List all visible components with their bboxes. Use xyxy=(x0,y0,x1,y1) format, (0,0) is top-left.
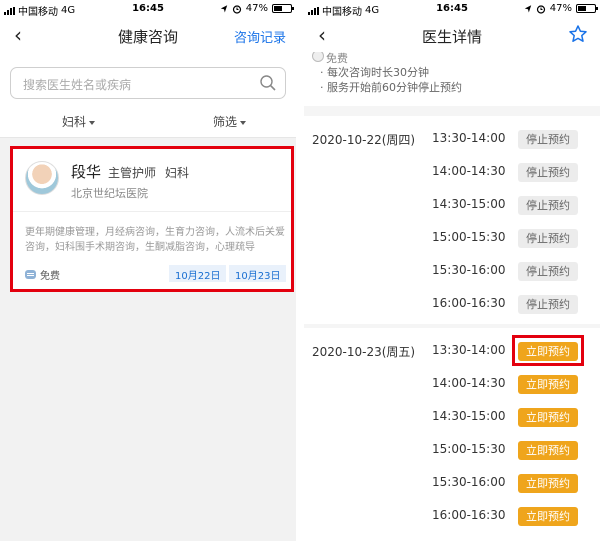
search-input[interactable]: 搜索医生姓名或疾病 xyxy=(10,67,286,99)
consult-records-link[interactable]: 咨询记录 xyxy=(234,27,286,46)
slot-time: 14:30-15:00 xyxy=(432,197,506,211)
battery-percent: 47% xyxy=(245,3,268,14)
slot-time: 15:30-16:00 xyxy=(432,263,506,277)
booking-closed-button: 停止预约 xyxy=(518,163,578,182)
battery-icon xyxy=(576,4,598,13)
caret-down-icon xyxy=(240,120,247,125)
slot-time: 13:30-14:00 xyxy=(432,131,506,145)
slot-time: 15:00-15:30 xyxy=(432,442,506,456)
info-line: · 每次咨询时长30分钟 xyxy=(320,66,429,79)
screen-divider xyxy=(296,0,304,541)
alarm-icon xyxy=(536,4,545,14)
search-icon[interactable] xyxy=(259,74,277,92)
chat-icon xyxy=(25,270,36,279)
health-consult-screen: 中国移动 4G 16:45 47% ‹ 健康咨询 咨询记录 搜索医生姓名或疾病 妇… xyxy=(0,0,296,541)
slot-time: 16:00-16:30 xyxy=(432,296,506,310)
nav-bar: ‹ 医生详情 xyxy=(304,18,600,52)
filter-dropdown-label: 筛选 xyxy=(213,115,238,129)
status-bar: 中国移动 4G 16:45 47% xyxy=(0,0,296,18)
search-bar: 搜索医生姓名或疾病 xyxy=(0,52,296,104)
page-title: 医生详情 xyxy=(421,28,482,46)
caret-down-icon xyxy=(89,120,96,125)
day-date: 2020-10-23(周五) xyxy=(312,345,416,359)
card-divider xyxy=(13,211,291,212)
slot-time: 15:00-15:30 xyxy=(432,230,506,244)
nav-bar: ‹ 健康咨询 咨询记录 xyxy=(0,18,296,52)
filter-dropdown[interactable]: 筛选 xyxy=(213,113,247,130)
book-now-button[interactable]: 立即预约 xyxy=(518,441,578,460)
filter-bar: 妇科 筛选 xyxy=(0,104,296,138)
battery-percent: 47% xyxy=(549,3,572,14)
search-placeholder: 搜索医生姓名或疾病 xyxy=(23,78,132,92)
location-icon xyxy=(524,5,531,13)
booking-closed-button: 停止预约 xyxy=(518,262,578,281)
doctor-title: 主管护师 xyxy=(108,166,157,180)
book-now-button[interactable]: 立即预约 xyxy=(518,375,578,394)
booking-closed-button: 停止预约 xyxy=(518,130,578,149)
booking-closed-button: 停止预约 xyxy=(518,196,578,215)
slot-time: 13:30-14:00 xyxy=(432,343,506,357)
doctor-department: 妇科 xyxy=(165,166,190,180)
doctor-card[interactable]: 段华 主管护师 妇科 北京世纪坛医院 更年期健康管理，月经病咨询，生育力咨询，人… xyxy=(10,146,294,292)
battery-icon xyxy=(272,4,294,13)
consult-info: 免费 · 每次咨询时长30分钟 · 服务开始前60分钟停止预约 xyxy=(304,50,600,106)
booking-closed-button: 停止预约 xyxy=(518,229,578,248)
slot-time: 14:00-14:30 xyxy=(432,164,506,178)
day-block: 2020-10-22(周四) 13:30-14:00 停止预约 14:00-14:30… xyxy=(304,116,600,324)
doctor-hospital: 北京世纪坛医院 xyxy=(71,187,148,200)
location-icon xyxy=(220,5,227,13)
doctor-specialties: 更年期健康管理，月经病咨询，生育力咨询，人流术后关爱咨询，妇科围手术期咨询，生酮… xyxy=(25,227,285,253)
date-tag[interactable]: 10月23日 xyxy=(229,265,287,282)
book-now-button[interactable]: 立即预约 xyxy=(518,474,578,493)
star-icon[interactable] xyxy=(568,24,588,44)
book-now-button[interactable]: 立即预约 xyxy=(518,507,578,526)
alarm-icon xyxy=(232,4,241,14)
date-tag[interactable]: 10月22日 xyxy=(169,265,227,282)
info-line: · 服务开始前60分钟停止预约 xyxy=(320,81,462,94)
doctor-detail-screen: 免费 · 每次咨询时长30分钟 · 服务开始前60分钟停止预约 中国移动 4G 1… xyxy=(304,0,600,541)
slot-time: 16:00-16:30 xyxy=(432,508,506,522)
doctor-avatar xyxy=(25,161,59,195)
status-bar: 中国移动 4G 16:45 47% xyxy=(304,0,600,18)
slot-time: 15:30-16:00 xyxy=(432,475,506,489)
department-filter-label: 妇科 xyxy=(62,115,87,129)
booking-closed-button: 停止预约 xyxy=(518,295,578,314)
department-filter[interactable]: 妇科 xyxy=(62,113,96,130)
day-date: 2020-10-22(周四) xyxy=(312,133,416,147)
slot-time: 14:00-14:30 xyxy=(432,376,506,390)
highlight-box xyxy=(512,335,584,366)
fee-label: 免费 xyxy=(40,271,60,282)
book-now-button[interactable]: 立即预约 xyxy=(518,408,578,427)
doctor-name: 段华 xyxy=(71,163,102,181)
slot-time: 14:30-15:00 xyxy=(432,409,506,423)
